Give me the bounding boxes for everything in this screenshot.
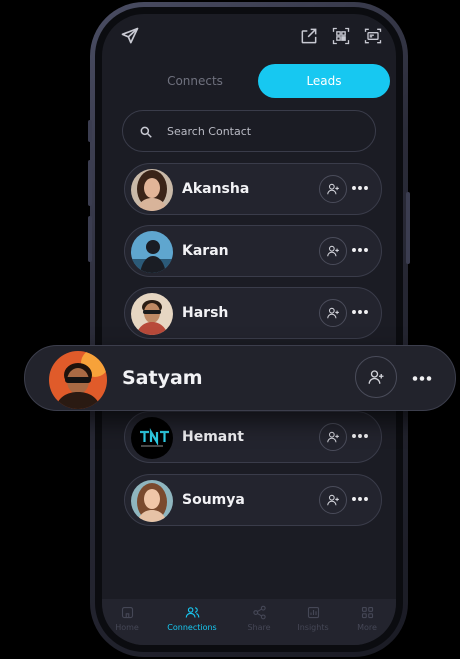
add-contact-button[interactable] (355, 356, 397, 398)
contact-name: Soumya (182, 492, 245, 508)
avatar (49, 351, 107, 409)
add-user-icon (327, 183, 339, 195)
card-icon[interactable] (363, 26, 383, 46)
nav-home[interactable]: Home (102, 605, 152, 641)
top-bar (102, 14, 396, 64)
nav-share[interactable]: Share (234, 605, 284, 641)
nav-label: Share (247, 623, 271, 632)
nav-label: More (357, 623, 377, 632)
nav-label: Home (115, 623, 139, 632)
grid-icon (361, 606, 373, 619)
nav-label: Connections (167, 623, 217, 632)
add-user-icon (327, 307, 339, 319)
more-dots-icon (352, 186, 368, 190)
search-bar (122, 110, 376, 152)
add-user-icon (327, 431, 339, 443)
connections-icon (185, 607, 199, 618)
tab-leads[interactable]: Leads (258, 64, 390, 98)
stage: Connects Leads Akansha (0, 0, 460, 659)
contact-name: Karan (182, 243, 229, 259)
contact-card[interactable]: Soumya (124, 474, 382, 526)
export-icon[interactable] (299, 26, 319, 46)
more-options-button[interactable] (349, 488, 371, 510)
app-screen: Connects Leads Akansha (102, 14, 396, 645)
contact-name: Hemant (182, 429, 244, 445)
more-options-button[interactable] (349, 239, 371, 261)
tab-connects[interactable]: Connects (130, 64, 260, 98)
contact-card[interactable]: Hemant (124, 411, 382, 463)
contact-card[interactable]: Karan (124, 225, 382, 277)
nav-connections[interactable]: Connections (164, 605, 220, 641)
nav-label: Insights (297, 623, 329, 632)
add-user-icon (368, 370, 384, 384)
add-contact-button[interactable] (319, 423, 347, 451)
more-options-button[interactable] (349, 425, 371, 447)
more-options-button[interactable] (349, 177, 371, 199)
contact-name: Harsh (182, 305, 229, 321)
nav-more[interactable]: More (342, 605, 392, 641)
share-icon (252, 605, 266, 620)
add-user-icon (327, 494, 339, 506)
more-options-button[interactable] (409, 366, 435, 390)
qr-scan-icon[interactable] (331, 26, 351, 46)
search-input[interactable] (167, 124, 317, 138)
contact-name: Akansha (182, 181, 250, 197)
contact-card[interactable]: Akansha (124, 163, 382, 215)
featured-contact-card[interactable]: Satyam (24, 345, 456, 411)
send-icon[interactable] (120, 26, 140, 46)
contact-card[interactable]: Harsh (124, 287, 382, 339)
tab-toggle: Connects Leads (130, 64, 390, 100)
bottom-nav: Home Connections Share Insights More (102, 599, 396, 645)
company-logo-icon (131, 417, 173, 459)
more-dots-icon (412, 375, 432, 381)
add-user-icon (327, 245, 339, 257)
home-icon (121, 606, 133, 619)
avatar (131, 417, 173, 459)
more-options-button[interactable] (349, 301, 371, 323)
avatar (131, 293, 173, 335)
nav-insights[interactable]: Insights (288, 605, 338, 641)
avatar (131, 169, 173, 211)
more-dots-icon (352, 310, 368, 314)
avatar (131, 480, 173, 522)
more-dots-icon (352, 248, 368, 252)
add-contact-button[interactable] (319, 237, 347, 265)
insights-icon (307, 606, 319, 619)
add-contact-button[interactable] (319, 175, 347, 203)
more-dots-icon (352, 434, 368, 438)
search-icon (139, 124, 153, 138)
add-contact-button[interactable] (319, 299, 347, 327)
contact-name: Satyam (122, 367, 203, 389)
add-contact-button[interactable] (319, 486, 347, 514)
avatar (131, 231, 173, 273)
more-dots-icon (352, 497, 368, 501)
